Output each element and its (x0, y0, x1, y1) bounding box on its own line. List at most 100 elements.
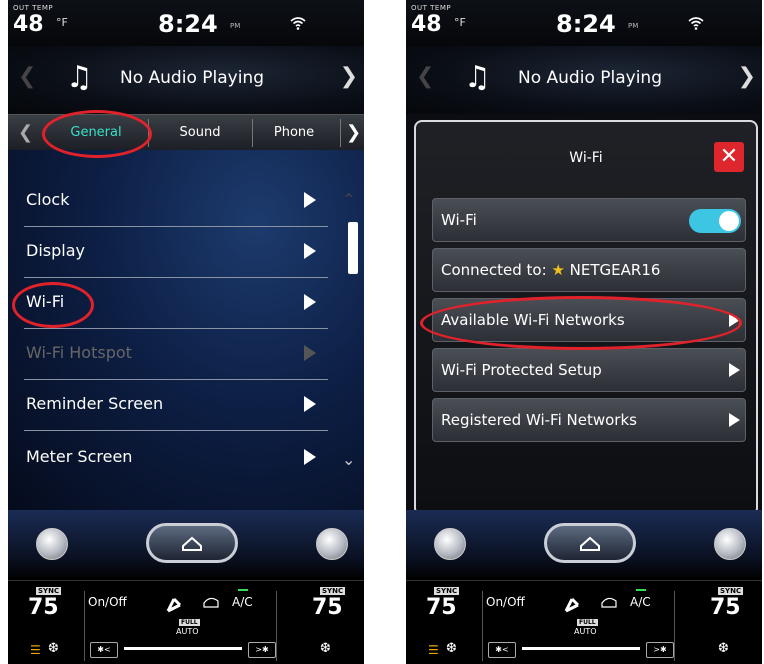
clock-ampm: PM (230, 22, 241, 30)
fan-down-icon[interactable]: ✱< (488, 642, 516, 658)
status-bar: OUT TEMP 48 °F 8:24 PM (406, 0, 762, 46)
user-profile-icon[interactable] (316, 528, 348, 560)
menu-item-display[interactable]: Display (18, 227, 336, 278)
wifi-status-icon (688, 17, 704, 30)
fan-up-icon[interactable]: >✱ (646, 642, 674, 658)
out-temp-unit: °F (454, 16, 466, 29)
home-bar (406, 510, 762, 580)
climate-bar: SYNC 75 ☰ ❆ On/Off FULL AUTO A/C ✱< >✱ S… (8, 580, 364, 664)
play-arrow-icon (729, 363, 740, 377)
play-arrow-icon (304, 449, 316, 465)
scroll-down-icon[interactable]: ⌄ (342, 450, 355, 469)
user-profile-icon[interactable] (714, 528, 746, 560)
wifi-toggle-switch[interactable] (689, 209, 741, 233)
out-temp-unit: °F (56, 16, 68, 29)
fan-speed-bar (522, 647, 640, 650)
star-icon: ★ (551, 261, 565, 279)
home-icon (580, 536, 600, 551)
protected-setup-row[interactable]: Wi-Fi Protected Setup (432, 348, 746, 392)
fan-speed-bar (124, 647, 242, 650)
full-badge: FULL (577, 619, 598, 626)
settings-list: Clock Display Wi-Fi Wi-Fi Hotspot Remind… (8, 150, 364, 510)
home-button[interactable] (146, 523, 238, 563)
connected-network-name: NETGEAR16 (569, 261, 661, 279)
tab-phone[interactable]: Phone (254, 115, 334, 151)
audio-source-bar[interactable]: ❮ ♫ No Audio Playing ❯ (8, 46, 364, 119)
seat-heater-icon[interactable]: ❆ (320, 641, 331, 656)
highlight-available-networks (420, 296, 742, 350)
wifi-toggle-label: Wi-Fi (441, 211, 477, 229)
audio-title: No Audio Playing (120, 68, 264, 88)
climate-bar: SYNC 75 ☰ ❆ On/Off FULL AUTO A/C ✱< >✱ S… (406, 580, 762, 664)
passenger-temp[interactable]: 75 (312, 595, 343, 620)
audio-prev-icon[interactable]: ❮ (18, 64, 36, 89)
sync-badge: SYNC (434, 587, 460, 595)
full-badge: FULL (179, 619, 200, 626)
audio-next-icon[interactable]: ❯ (738, 64, 756, 89)
highlight-wifi-item (12, 282, 94, 328)
passenger-temp[interactable]: 75 (710, 595, 741, 620)
menu-item-wifi-hotspot: Wi-Fi Hotspot (18, 329, 336, 380)
play-arrow-icon (304, 294, 316, 310)
highlight-general-tab (42, 110, 152, 158)
seat-heater-icon[interactable]: ❆ (446, 641, 457, 656)
tabs-prev-icon[interactable]: ❮ (18, 115, 33, 151)
sync-badge: SYNC (36, 587, 62, 595)
out-temp-value: 48 (411, 12, 442, 37)
seat-heater-icon[interactable]: ❆ (718, 641, 729, 656)
registered-networks-row[interactable]: Registered Wi-Fi Networks (432, 398, 746, 442)
home-bar (8, 510, 364, 580)
menu-item-label: Meter Screen (26, 447, 133, 466)
play-arrow-icon (304, 396, 316, 412)
music-note-icon: ♫ (464, 60, 491, 95)
play-arrow-icon (729, 413, 740, 427)
car-icon[interactable] (434, 528, 466, 560)
climate-on-off[interactable]: On/Off (486, 595, 525, 609)
car-icon[interactable] (36, 528, 68, 560)
protected-setup-label: Wi-Fi Protected Setup (441, 361, 602, 379)
driver-temp[interactable]: 75 (28, 595, 59, 620)
wifi-toggle-row[interactable]: Wi-Fi (432, 198, 746, 242)
fan-down-icon[interactable]: ✱< (90, 642, 118, 658)
seat-heater-icon[interactable]: ❆ (48, 641, 59, 656)
connected-prefix: Connected to: (441, 261, 547, 279)
out-temp-label: OUT TEMP (13, 4, 54, 12)
tab-sound[interactable]: Sound (150, 115, 250, 151)
airflow-mode-icon[interactable] (164, 591, 224, 617)
tabs-next-icon[interactable]: ❯ (346, 115, 361, 151)
sync-badge: SYNC (718, 587, 744, 595)
divider (84, 591, 85, 661)
play-arrow-icon (304, 345, 316, 361)
fan-up-icon[interactable]: >✱ (248, 642, 276, 658)
driver-temp[interactable]: 75 (426, 595, 457, 620)
settings-screen: OUT TEMP 48 °F 8:24 PM ❮ ♫ No Audio Play… (8, 0, 364, 664)
music-note-icon: ♫ (66, 60, 93, 95)
connected-label: Connected to: ★ NETGEAR16 (441, 261, 660, 279)
wifi-screen: OUT TEMP 48 °F 8:24 PM ❮ ♫ No Audio Play… (406, 0, 762, 664)
auto-label[interactable]: AUTO (574, 627, 597, 636)
menu-lines-icon[interactable]: ☰ (30, 643, 41, 657)
menu-item-reminder-screen[interactable]: Reminder Screen (18, 380, 336, 431)
ac-button[interactable]: A/C (630, 595, 651, 609)
home-button[interactable] (544, 523, 636, 563)
menu-lines-icon[interactable]: ☰ (428, 643, 439, 657)
menu-item-label: Clock (26, 190, 70, 209)
airflow-mode-icon[interactable] (562, 591, 622, 617)
scroll-up-icon[interactable]: ⌃ (342, 190, 355, 209)
audio-prev-icon[interactable]: ❮ (416, 64, 434, 89)
climate-on-off[interactable]: On/Off (88, 595, 127, 609)
divider (674, 591, 675, 661)
auto-label[interactable]: AUTO (176, 627, 199, 636)
scrollbar-thumb[interactable] (348, 222, 358, 274)
menu-item-clock[interactable]: Clock (18, 176, 336, 227)
menu-item-label: Display (26, 241, 85, 260)
menu-item-label: Wi-Fi Hotspot (26, 343, 132, 362)
clock-ampm: PM (628, 22, 639, 30)
audio-next-icon[interactable]: ❯ (340, 64, 358, 89)
close-icon[interactable]: ✕ (714, 142, 744, 172)
menu-item-label: Reminder Screen (26, 394, 164, 413)
clock-time: 8:24 (556, 10, 616, 38)
audio-source-bar[interactable]: ❮ ♫ No Audio Playing ❯ (406, 46, 762, 119)
menu-item-meter-screen[interactable]: Meter Screen (18, 433, 336, 484)
ac-button[interactable]: A/C (232, 595, 253, 609)
